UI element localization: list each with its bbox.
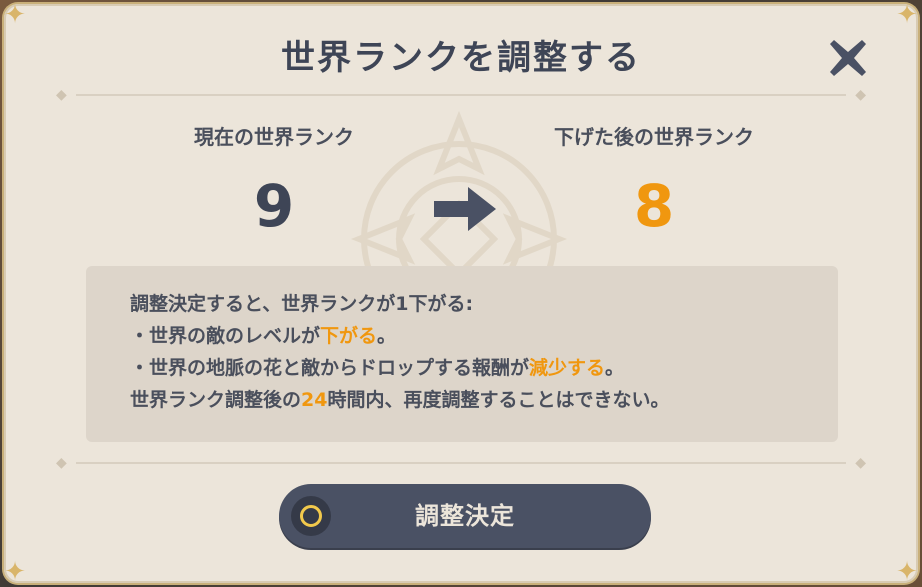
lowered-rank: 下げた後の世界ランク 8: [524, 122, 784, 238]
bottom-divider: ◆ ◆: [56, 455, 866, 471]
info-box: 調整決定すると、世界ランクが1下がる: ・世界の敵のレベルが下がる。 ・世界の地…: [86, 266, 838, 442]
close-icon[interactable]: [826, 36, 870, 80]
info-text: 調整決定すると、世界ランクが1下がる: ・世界の敵のレベルが下がる。 ・世界の地…: [130, 288, 818, 416]
info-line-3: ・世界の地脈の花と敵からドロップする報酬が減少する。: [130, 357, 625, 379]
current-rank: 現在の世界ランク 9: [144, 122, 404, 238]
highlight-text: 下がる: [320, 325, 378, 347]
world-rank-dialog: ✦ ✦ ✦ ✦ 世界ランクを調整する ◆ ◆ 現在の世界ランク 9 下げた後の世…: [4, 4, 918, 583]
confirm-button-label: 調整決定: [415, 502, 515, 530]
info-line-1: 調整決定すると、世界ランクが1下がる:: [130, 293, 474, 315]
highlight-text: 24: [301, 389, 328, 411]
current-rank-value: 9: [253, 172, 295, 240]
arrow-right-icon: [434, 187, 496, 231]
current-rank-label: 現在の世界ランク: [194, 125, 354, 149]
top-divider: ◆ ◆: [56, 87, 866, 103]
highlight-text: 減少する: [529, 357, 606, 379]
corner-star-icon: ✦: [896, 557, 918, 583]
corner-star-icon: ✦: [4, 557, 26, 583]
lowered-rank-label: 下げた後の世界ランク: [554, 125, 754, 149]
corner-star-icon: ✦: [896, 4, 918, 30]
confirm-button[interactable]: 調整決定: [279, 484, 651, 548]
info-line-4: 世界ランク調整後の24時間内、再度調整することはできない。: [130, 389, 670, 411]
corner-star-icon: ✦: [4, 4, 26, 30]
info-line-2: ・世界の敵のレベルが下がる。: [130, 325, 397, 347]
dialog-title: 世界ランクを調整する: [281, 38, 641, 78]
lowered-rank-value: 8: [633, 172, 675, 240]
